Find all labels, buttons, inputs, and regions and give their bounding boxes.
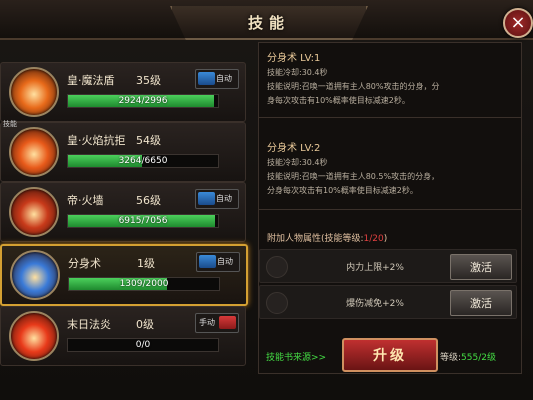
manual-toggle[interactable]: 手动: [195, 313, 239, 333]
fire-resist-icon: [9, 127, 59, 177]
skill-level: 35级: [136, 74, 161, 87]
attr-row-baoshang: 爆伤减免+2% 激活: [259, 285, 517, 319]
auto-toggle[interactable]: 自动: [196, 252, 240, 272]
skill-detail-panel: 分身术 LV:1 技能冷却:30.4秒 技能说明:召唤一道拥有主人80%攻击的分…: [258, 42, 522, 374]
progress-text: 2924/2996: [118, 96, 168, 106]
attr-status-icon: [266, 256, 288, 278]
skill-progress-bar: 2924/2996: [67, 94, 219, 108]
auto-toggle[interactable]: 自动: [195, 69, 239, 89]
skill-item-fenshenshu[interactable]: 分身术 1级 自动 1309/2000: [0, 244, 248, 306]
next-desc-line1: 技能说明:召唤一道拥有主人80.5%攻击的分身，: [267, 172, 440, 181]
progress-text: 3264/6650: [118, 156, 168, 166]
attr-text: 爆伤减免+2%: [346, 299, 404, 309]
skill-name: 分身术: [68, 257, 101, 270]
magic-shield-icon: [9, 67, 59, 117]
skill-list: 皇·魔法盾 35级 自动 2924/2996 技能 皇·火焰抗拒 54级 326…: [0, 58, 248, 400]
attr-section-title: 附加人物属性(技能等级:1/20): [267, 231, 387, 244]
divider: [259, 117, 521, 118]
progress-text: 6915/7056: [118, 216, 168, 226]
divider: [259, 209, 521, 210]
level-value: 555/2级: [461, 353, 496, 363]
skill-item-huang-huoyankangju[interactable]: 技能 皇·火焰抗拒 54级 3264/6650: [0, 120, 246, 182]
attr-title-end: ): [383, 234, 388, 244]
toggle-label: 自动: [217, 257, 233, 266]
skill-name: 帝·火墙: [67, 194, 104, 207]
upgrade-button[interactable]: 升级: [342, 338, 438, 372]
attr-title-count: 1/20: [363, 234, 384, 244]
skill-item-moriyayan[interactable]: 末日法炎 0级 手动 0/0: [0, 306, 246, 366]
doom-flame-icon: [9, 311, 59, 361]
activate-button[interactable]: 激活: [450, 290, 512, 316]
toggle-label: 自动: [216, 74, 232, 83]
auto-toggle[interactable]: 自动: [195, 189, 239, 209]
close-icon: ×: [510, 12, 526, 33]
current-desc-line2: 身每次攻击有10%概率使目标减速2秒。: [267, 96, 410, 105]
toggle-knob: [198, 192, 215, 205]
next-cooldown: 技能冷却:30.4秒: [267, 158, 328, 167]
window-title: 技能: [247, 13, 290, 32]
toggle-knob: [198, 72, 215, 85]
next-desc-line2: 分身每次攻击有10%概率使目标减速2秒。: [267, 186, 418, 195]
attr-text: 内力上限+2%: [346, 263, 404, 273]
skill-book-source-link[interactable]: 技能书来源>>: [266, 350, 326, 363]
title-plate: 技能: [170, 6, 368, 40]
skill-level: 54级: [136, 134, 161, 147]
next-level-title: 分身术 LV:2: [267, 143, 321, 154]
current-desc-line1: 技能说明:召唤一道拥有主人80%攻击的分身，分: [267, 82, 440, 91]
attr-row-neili: 内力上限+2% 激活: [259, 249, 517, 283]
toggle-label: 手动: [199, 318, 215, 327]
level-requirement: 等级:555/2级: [440, 350, 496, 363]
skill-progress-bar: 1309/2000: [68, 277, 220, 291]
skill-progress-bar: 3264/6650: [67, 154, 219, 168]
skill-level: 1级: [137, 257, 155, 270]
attr-status-icon: [266, 292, 288, 314]
skill-name: 皇·魔法盾: [67, 74, 115, 87]
skills-window: 技能 × 皇·魔法盾 35级 自动 2924/2996 技能 皇·火焰抗拒 54…: [0, 0, 533, 400]
progress-text: 0/0: [135, 340, 151, 350]
skill-level: 56级: [136, 194, 161, 207]
skill-item-huang-mofadun[interactable]: 皇·魔法盾 35级 自动 2924/2996: [0, 62, 246, 122]
close-button[interactable]: ×: [503, 8, 533, 38]
fire-wall-icon: [9, 187, 59, 237]
skill-level: 0级: [136, 318, 154, 331]
skill-name: 末日法炎: [67, 318, 111, 331]
skill-name: 皇·火焰抗拒: [67, 134, 126, 147]
activate-button[interactable]: 激活: [450, 254, 512, 280]
attr-title-text: 附加人物属性(技能等级:: [267, 234, 364, 244]
skill-badge: 技能: [3, 120, 17, 128]
current-level-title: 分身术 LV:1: [267, 53, 321, 64]
toggle-knob: [219, 316, 236, 329]
clone-icon: [10, 250, 60, 300]
toggle-label: 自动: [216, 194, 232, 203]
level-prefix: 等级:: [440, 353, 462, 363]
progress-text: 1309/2000: [119, 279, 169, 289]
bottom-bar: 技能书来源>> 升级 等级:555/2级: [258, 334, 520, 374]
skill-item-di-huoqiang[interactable]: 帝·火墙 56级 自动 6915/7056: [0, 182, 246, 242]
skill-progress-bar: 0/0: [67, 338, 219, 352]
skill-progress-bar: 6915/7056: [67, 214, 219, 228]
toggle-knob: [199, 255, 216, 268]
title-bar: 技能 ×: [0, 0, 533, 40]
current-cooldown: 技能冷却:30.4秒: [267, 68, 328, 77]
